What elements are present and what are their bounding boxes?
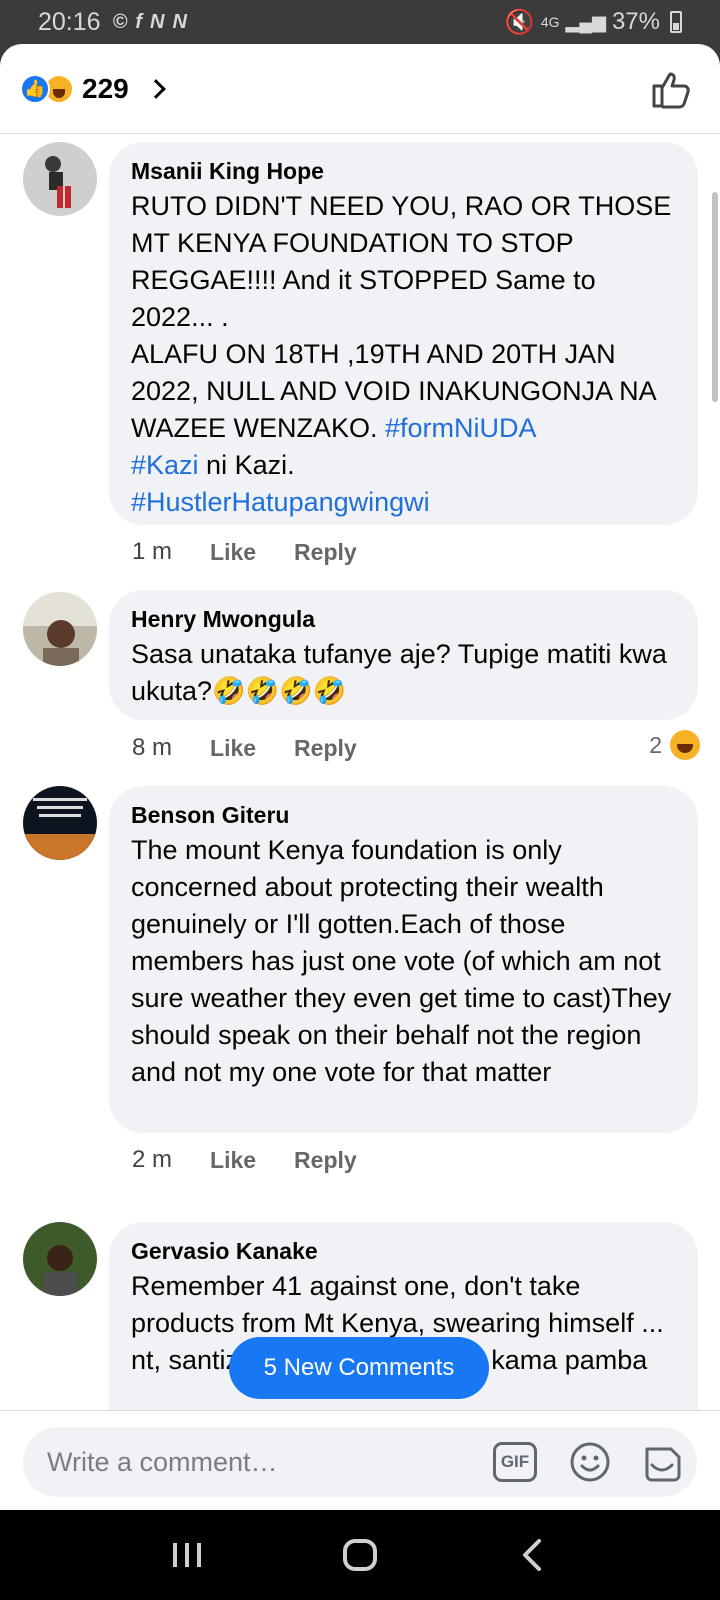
status-time: 20:16 — [38, 7, 101, 36]
recent-apps-icon[interactable] — [165, 1533, 209, 1577]
reaction-count: 229 — [82, 72, 129, 104]
home-icon[interactable] — [338, 1533, 382, 1577]
battery-icon — [670, 11, 682, 33]
comment-timestamp: 2 m — [132, 1146, 173, 1173]
reply-button[interactable]: Reply — [294, 735, 357, 762]
system-nav-bar — [0, 1510, 720, 1600]
comment-bubble[interactable]: Msanii King Hope RUTO DIDN'T NEED YOU, R… — [109, 142, 698, 525]
comment-actions: 8 m Like Reply — [132, 734, 357, 762]
news-notification-icon: N — [149, 10, 165, 33]
comment-actions: 2 m Like Reply — [132, 1146, 357, 1174]
comment-author[interactable]: Henry Mwongula — [131, 604, 676, 634]
back-icon[interactable] — [511, 1533, 555, 1577]
comments-sheet: 👍 229 Msanii King Hope RUTO DIDN'T NEED … — [0, 44, 720, 1510]
avatar[interactable] — [23, 142, 97, 216]
avatar[interactable] — [23, 1222, 97, 1296]
news-notification-icon-2: N — [172, 10, 187, 33]
like-button[interactable]: Like — [210, 1147, 256, 1174]
hashtag-link[interactable]: #HustlerHatupangwingwi — [131, 487, 430, 517]
comment-author[interactable]: Gervasio Kanake — [131, 1236, 676, 1266]
sticker-icon[interactable] — [641, 1441, 683, 1483]
comment-input[interactable]: Write a comment… GIF — [23, 1427, 697, 1497]
comment-body: RUTO DIDN'T NEED YOU, RAO OR THOSE MT KE… — [131, 188, 676, 521]
haha-icon — [670, 730, 700, 760]
battery-percent: 37% — [611, 8, 660, 35]
network-type: 4G — [540, 14, 560, 30]
comment-bubble[interactable]: Gervasio Kanake Remember 41 against one,… — [109, 1222, 698, 1442]
hashtag-link[interactable]: #Kazi — [131, 450, 199, 480]
avatar[interactable] — [23, 786, 97, 860]
comment-text: RUTO DIDN'T NEED YOU, RAO OR THOSE MT KE… — [131, 191, 672, 332]
comment-timestamp: 8 m — [132, 734, 173, 761]
status-right: 🔇 4G ▂▄▆ 37% — [505, 8, 682, 37]
like-button[interactable]: Like — [210, 539, 256, 566]
comment-body: The mount Kenya foundation is only conce… — [131, 835, 672, 1087]
facebook-notification-icon: f — [135, 10, 142, 33]
screen: 20:16 © f N N 🔇 4G ▂▄▆ 37% 👍 229 Msanii … — [0, 0, 720, 1600]
avatar[interactable] — [23, 592, 97, 666]
comment-bubble[interactable]: Benson Giteru The mount Kenya foundation… — [109, 786, 698, 1133]
thumbs-up-icon[interactable] — [650, 68, 692, 110]
comment-body: Sasa unataka tufanye aje? Tupige matiti … — [131, 639, 667, 706]
reply-button[interactable]: Reply — [294, 539, 357, 566]
hashtag-link[interactable]: #formNiUDA — [385, 413, 537, 443]
new-comments-button[interactable]: 5 New Comments — [229, 1337, 489, 1399]
status-bar: 20:16 © f N N 🔇 4G ▂▄▆ 37% — [0, 0, 720, 44]
comment-placeholder: Write a comment… — [47, 1446, 278, 1477]
notification-icon: © — [112, 10, 128, 33]
like-button[interactable]: Like — [210, 735, 256, 762]
reply-button[interactable]: Reply — [294, 1147, 357, 1174]
reactions-summary[interactable]: 👍 229 — [0, 44, 720, 134]
comment-reactions[interactable]: 2 — [649, 730, 700, 760]
comment-author[interactable]: Msanii King Hope — [131, 156, 676, 186]
comment-author[interactable]: Benson Giteru — [131, 800, 676, 830]
mute-icon: 🔇 — [504, 8, 535, 36]
reaction-icons: 👍 — [20, 73, 74, 104]
comment-actions: 1 m Like Reply — [132, 538, 357, 566]
like-icon: 👍 — [20, 73, 50, 104]
composer-bar: Write a comment… GIF — [0, 1410, 720, 1510]
comment-reaction-count: 2 — [649, 731, 662, 758]
signal-icon: ▂▄▆ — [565, 11, 606, 32]
scrollbar[interactable] — [712, 192, 718, 402]
comment-bubble[interactable]: Henry Mwongula Sasa unataka tufanye aje?… — [109, 590, 698, 720]
emoji-icon[interactable] — [569, 1441, 611, 1483]
chevron-right-icon — [145, 78, 166, 99]
gif-button[interactable]: GIF — [493, 1442, 537, 1482]
comment-timestamp: 1 m — [132, 538, 173, 565]
comment-text: ni Kazi. — [198, 450, 295, 480]
